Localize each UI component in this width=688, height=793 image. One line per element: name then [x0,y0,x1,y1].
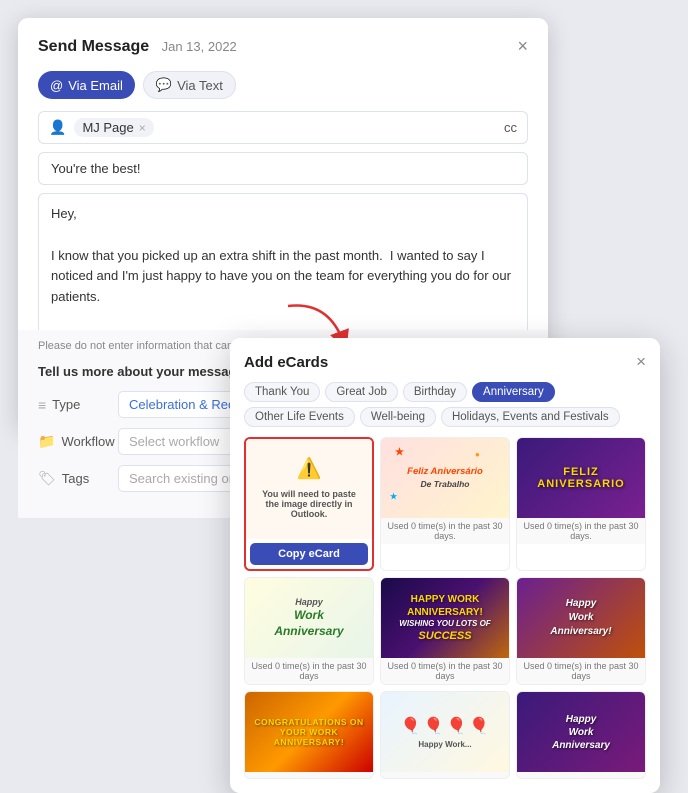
card-usage-feliz: Used 0 time(s) in the past 30 days. [381,518,509,544]
cat-anniversary[interactable]: Anniversary [472,382,555,402]
card-item-happy3[interactable]: Happy Work Anniversary! Used 0 time(s) i… [516,577,646,685]
cat-birthday-label: Birthday [414,386,456,398]
card-img-congrats: CONGRATULATIONS ON YOUR WORK ANNIVERSARY… [245,692,373,772]
recipient-name: MJ Page [82,120,133,135]
card-item-happy4[interactable]: 🎈 🎈 🎈 🎈 Happy Work... [380,691,510,779]
modal-date: Jan 13, 2022 [162,39,237,54]
happy-work-text5: Happy Work Anniversary [552,713,610,752]
category-tabs: Thank You Great Job Birthday Anniversary… [244,382,646,427]
cc-label[interactable]: cc [504,120,517,135]
feliz-text: Feliz Aniversário De Trabalho [407,466,483,489]
card-usage-happy1: Used 0 time(s) in the past 30 days [245,658,373,684]
close-button[interactable]: × [517,36,528,57]
card-usage-happy2: Used 0 time(s) in the past 30 days [381,658,509,684]
card-usage-feliz2: Used 0 time(s) in the past 30 days. [517,518,645,544]
send-tabs: @ Via Email 💬 Via Text [38,71,528,99]
cat-anniversary-label: Anniversary [483,386,544,398]
cards-grid: ⚠️ You will need to paste the image dire… [244,437,646,779]
modal-title-group: Send Message Jan 13, 2022 [38,38,237,56]
card-usage-happy5 [517,772,645,778]
workflow-label-text: Workflow [61,434,114,449]
email-icon: @ [50,78,63,93]
tab-via-email[interactable]: @ Via Email [38,71,135,99]
cat-other-life[interactable]: Other Life Events [244,407,355,427]
card-item-happy1[interactable]: Happy Work Anniversary Used 0 time(s) in… [244,577,374,685]
subject-row[interactable]: You're the best! [38,152,528,185]
cat-wellbeing-label: Well-being [371,411,425,423]
card-img-feliz: Feliz Aniversário De Trabalho ★ ● ★ [381,438,509,518]
warning-circle-icon: ⚠️ [297,456,322,481]
type-label: ≡ Type [38,397,108,413]
cat-other-life-label: Other Life Events [255,411,344,423]
remove-recipient-icon[interactable]: × [139,121,146,135]
card-img-notice: ⚠️ You will need to paste the image dire… [246,439,372,539]
ecards-modal: Add eCards × Thank You Great Job Birthda… [230,338,660,793]
tab-text-label: Via Text [177,78,223,93]
balloons-decor: 🎈 🎈 🎈 🎈 [401,716,490,736]
cat-wellbeing[interactable]: Well-being [360,407,436,427]
subject-text: You're the best! [51,161,140,176]
card-usage-happy4 [381,772,509,778]
card-img-happy3: Happy Work Anniversary! [517,578,645,658]
card-img-feliz2: FELIZ ANIVERSARIO [517,438,645,518]
person-icon: 👤 [49,119,66,136]
tab-email-label: Via Email [68,78,123,93]
ecards-header: Add eCards × [244,352,646,372]
card-item-congrats[interactable]: CONGRATULATIONS ON YOUR WORK ANNIVERSARY… [244,691,374,779]
card-img-happy1: Happy Work Anniversary [245,578,373,658]
cat-thank-you-label: Thank You [255,386,309,398]
cat-thank-you[interactable]: Thank You [244,382,320,402]
text-icon: 💬 [156,77,172,93]
modal-header: Send Message Jan 13, 2022 × [38,36,528,57]
happy-work-text1: Happy Work Anniversary [274,597,343,640]
happy-work-text4: Happy Work... [418,740,471,749]
card-img-happy2: HAPPY WORK ANNIVERSARY! wishing you lots… [381,578,509,658]
tags-label-text: Tags [62,471,89,486]
modal-title: Send Message [38,38,149,55]
congrats-text: CONGRATULATIONS ON YOUR WORK ANNIVERSARY… [249,717,369,747]
copy-ecard-button[interactable]: Copy eCard [250,543,368,565]
card-usage-happy3: Used 0 time(s) in the past 30 days [517,658,645,684]
feliz-aniversario-text: FELIZ ANIVERSARIO [523,466,639,490]
recipient-row[interactable]: 👤 MJ Page × cc [38,111,528,144]
card-img-happy5: Happy Work Anniversary [517,692,645,772]
tags-icon: 🏷 [38,470,56,487]
card-img-happy4: 🎈 🎈 🎈 🎈 Happy Work... [381,692,509,772]
card-item-happy2[interactable]: HAPPY WORK ANNIVERSARY! wishing you lots… [380,577,510,685]
cat-holidays-label: Holidays, Events and Festivals [452,411,609,423]
ecards-title: Add eCards [244,354,328,371]
cat-birthday[interactable]: Birthday [403,382,467,402]
happy-work-text3: Happy Work Anniversary! [550,597,611,639]
cat-holidays[interactable]: Holidays, Events and Festivals [441,407,620,427]
happy-work-text2: HAPPY WORK ANNIVERSARY! wishing you lots… [399,593,490,644]
card-item-feliz2[interactable]: FELIZ ANIVERSARIO Used 0 time(s) in the … [516,437,646,571]
card-notice-text: You will need to paste the image directl… [252,485,366,523]
recipient-tag: MJ Page × [74,118,153,137]
ecards-close-button[interactable]: × [636,352,646,372]
tab-via-text[interactable]: 💬 Via Text [143,71,236,99]
card-item-notice[interactable]: ⚠️ You will need to paste the image dire… [244,437,374,571]
workflow-label: 📁 Workflow [38,433,108,450]
tags-label: 🏷 Tags [38,470,108,487]
type-label-text: Type [52,397,80,412]
type-icon: ≡ [38,397,46,413]
cat-great-job-label: Great Job [336,386,387,398]
card-item-happy5[interactable]: Happy Work Anniversary [516,691,646,779]
card-item-feliz[interactable]: Feliz Aniversário De Trabalho ★ ● ★ Used… [380,437,510,571]
message-text: Hey,I know that you picked up an extra s… [51,206,511,346]
cat-great-job[interactable]: Great Job [325,382,398,402]
card-usage-congrats [245,772,373,778]
workflow-icon: 📁 [38,433,55,450]
